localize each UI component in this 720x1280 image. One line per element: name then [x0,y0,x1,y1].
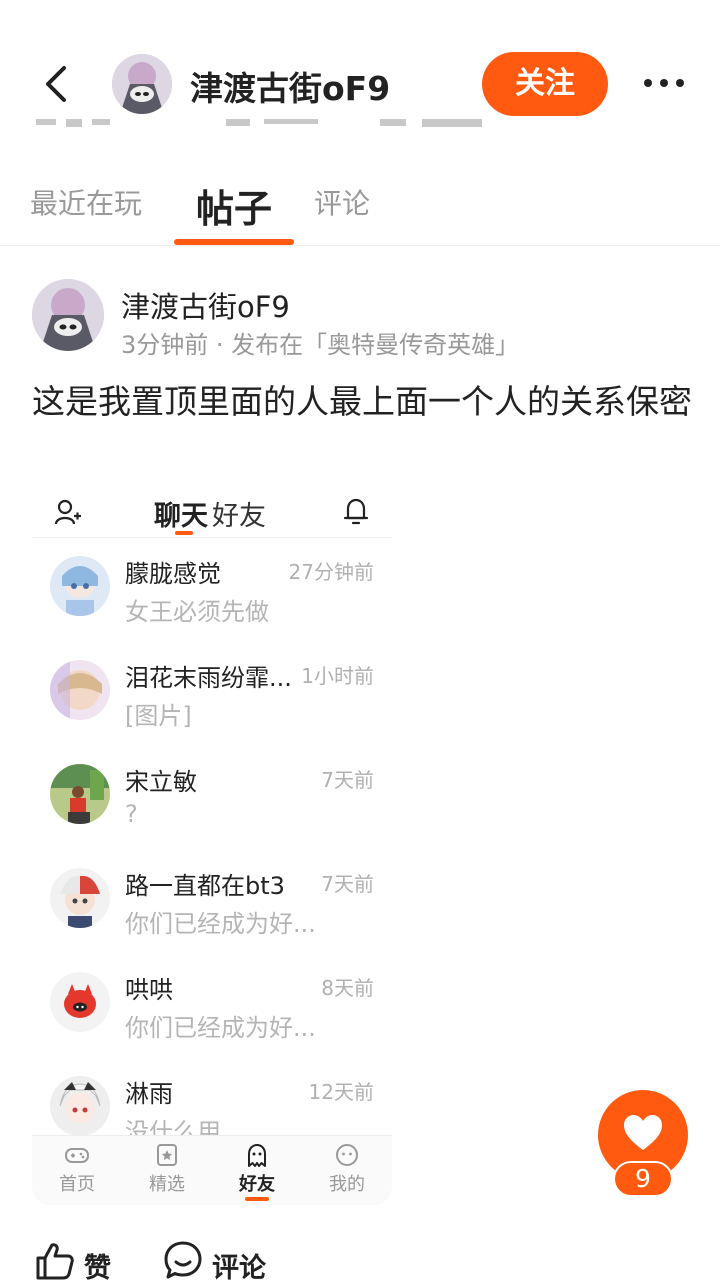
tab-recently-played[interactable]: 最近在玩 [30,182,142,222]
message-time: 7天前 [321,872,374,896]
nav-me: 我的 [312,1142,382,1196]
nav-friends: 好友 [222,1142,292,1201]
more-options-button[interactable] [640,68,690,98]
avatar-image [112,54,172,114]
message-preview: ? [125,800,138,828]
message-preview: [图片] [125,702,192,730]
like-action-button[interactable]: 赞 [34,1240,111,1280]
nav-featured: 精选 [132,1142,202,1196]
header-username: 津渡古街oF9 [190,69,391,108]
nav-active-indicator [245,1197,269,1201]
comment-action-button[interactable]: 评论 [162,1240,266,1280]
comment-bubble-icon [164,1241,202,1279]
contact-avatar [50,660,110,720]
contact-name: 淋雨 [125,1080,173,1108]
back-arrow-icon [46,66,66,102]
chat-list-item: 路一直都在bt3 7天前 你们已经成为好... [32,858,392,962]
message-preview: 你们已经成为好... [125,1014,316,1042]
post-author-avatar[interactable] [32,279,104,351]
like-count-badge: 9 [613,1161,673,1197]
like-label: 赞 [84,1253,111,1280]
profile-stats-scrolled [30,117,530,130]
face-icon [336,1144,358,1166]
chat-list-item: 宋立敏 7天前 ? [32,754,392,858]
contact-name: 哄哄 [125,976,173,1004]
nav-label: 首页 [59,1174,95,1195]
bell-icon [343,498,369,525]
message-preview: 女王必须先做 [125,598,269,626]
message-time: 27分钟前 [288,560,374,584]
chat-tab-indicator [175,531,193,535]
message-time: 1小时前 [301,664,374,688]
avatar-image [32,279,104,351]
tab-chat: 聊天 [154,501,208,532]
contact-avatar [50,868,110,928]
message-time: 8天前 [321,976,374,1000]
contact-name: 宋立敏 [125,768,197,796]
contact-name: 朦胧感觉 [125,560,221,588]
chat-list-item: 哄哄 8天前 你们已经成为好... [32,962,392,1066]
bottom-navigation: 首页 精选 好友 我的 [32,1135,392,1205]
active-tab-indicator [174,239,294,245]
chat-list-item: 朦胧感觉 27分钟前 女王必须先做 [32,546,392,650]
nav-label: 好友 [239,1174,275,1195]
message-time: 7天前 [321,768,374,792]
post-meta: 3分钟前 · 发布在「奥特曼传奇英雄」 [121,331,520,359]
message-preview: 你们已经成为好... [125,910,316,938]
more-dots-icon [644,79,684,87]
tab-comments[interactable]: 评论 [314,182,370,222]
contact-avatar [50,556,110,616]
top-bar: 津渡古街oF9 关注 [0,0,720,130]
clipped-text-fragments [36,119,482,127]
post-content-text: 这是我置顶里面的人最上面一个人的关系保密 [32,382,692,421]
add-friend-icon [54,499,81,525]
profile-tabs: 最近在玩 帖子 评论 [0,150,720,246]
contact-avatar [50,972,110,1032]
tab-posts[interactable]: 帖子 [196,178,272,233]
contact-name: 泪花末雨纷霏... [125,664,292,692]
ghost-icon [248,1144,266,1167]
comment-label: 评论 [212,1253,266,1280]
tab-friends: 好友 [212,501,266,532]
chat-list-item: 泪花末雨纷霏... 1小时前 [图片] [32,650,392,754]
contact-avatar [50,1076,110,1136]
author-avatar[interactable] [112,54,172,114]
gamepad-icon [65,1148,89,1163]
contact-name: 路一直都在bt3 [125,872,285,900]
nav-home: 首页 [42,1142,112,1196]
nav-label: 精选 [149,1174,185,1195]
back-button[interactable] [38,62,78,106]
nav-label: 我的 [329,1174,365,1195]
post-image[interactable]: 聊天 好友 朦胧感觉 27分钟前 女王必须先做 泪花末雨纷霏... 1小时前 [… [32,480,392,1205]
star-badge-icon [157,1144,177,1166]
thumbs-up-icon [36,1243,74,1280]
contact-avatar [50,764,110,824]
chat-header: 聊天 好友 [32,480,392,538]
message-time: 12天前 [308,1080,374,1104]
follow-button[interactable]: 关注 [482,52,608,116]
post-author-name[interactable]: 津渡古街oF9 [121,284,290,326]
